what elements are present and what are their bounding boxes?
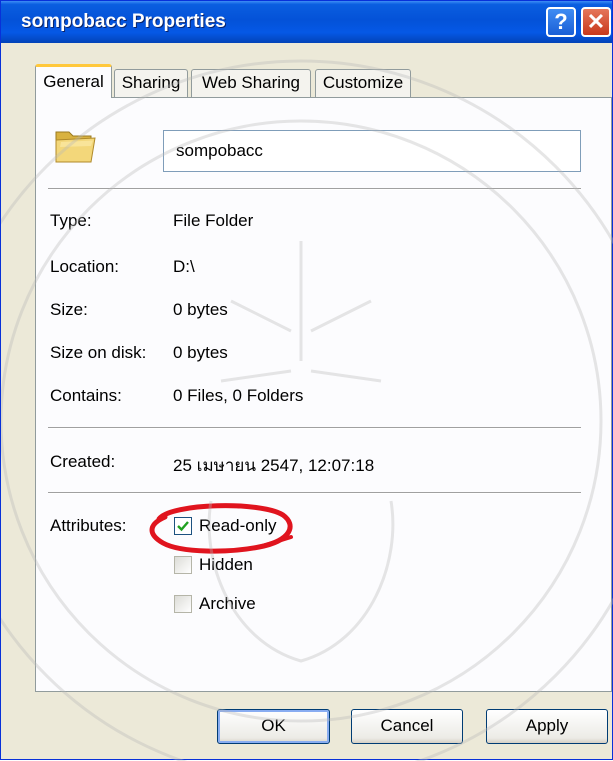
window-title: sompobacc Properties: [21, 11, 226, 32]
hidden-label[interactable]: Hidden: [199, 555, 253, 575]
size-on-disk-label: Size on disk:: [50, 343, 147, 362]
title-bar[interactable]: sompobacc Properties ? ✕: [1, 1, 612, 43]
separator: [48, 427, 581, 429]
read-only-label[interactable]: Read-only: [199, 516, 277, 536]
folder-name-input[interactable]: sompobacc: [163, 130, 581, 172]
cancel-button[interactable]: Cancel: [351, 709, 463, 744]
type-label: Type:: [50, 211, 92, 230]
size-value: 0 bytes: [173, 300, 228, 319]
separator: [48, 492, 581, 494]
properties-dialog: sompobacc Properties ? ✕ General Sharing…: [0, 0, 613, 761]
help-button[interactable]: ?: [546, 7, 576, 37]
tab-customize[interactable]: Customize: [315, 69, 411, 97]
tab-sharing[interactable]: Sharing: [114, 69, 188, 97]
apply-button[interactable]: Apply: [486, 709, 608, 744]
folder-icon: [55, 131, 96, 163]
tab-general[interactable]: General: [35, 64, 112, 98]
close-icon: ✕: [586, 9, 606, 34]
tab-web-sharing[interactable]: Web Sharing: [191, 69, 311, 97]
contains-value: 0 Files, 0 Folders: [173, 386, 304, 405]
size-label: Size:: [50, 300, 88, 319]
ok-button[interactable]: OK: [217, 709, 330, 744]
hidden-checkbox[interactable]: [174, 556, 192, 574]
attributes-label: Attributes:: [50, 516, 127, 535]
created-label: Created:: [50, 452, 116, 471]
separator: [48, 188, 581, 190]
contains-label: Contains:: [50, 386, 122, 405]
close-button[interactable]: ✕: [581, 7, 611, 37]
help-icon: ?: [554, 9, 568, 34]
location-value: D:\: [173, 257, 195, 276]
checkmark-icon: [177, 521, 189, 532]
archive-label[interactable]: Archive: [199, 594, 256, 614]
archive-checkbox[interactable]: [174, 595, 192, 613]
type-value: File Folder: [173, 211, 254, 230]
location-label: Location:: [50, 257, 119, 276]
size-on-disk-value: 0 bytes: [173, 343, 228, 362]
created-value: 25 เมษายน 2547, 12:07:18: [173, 456, 375, 475]
read-only-checkbox[interactable]: [174, 517, 192, 535]
